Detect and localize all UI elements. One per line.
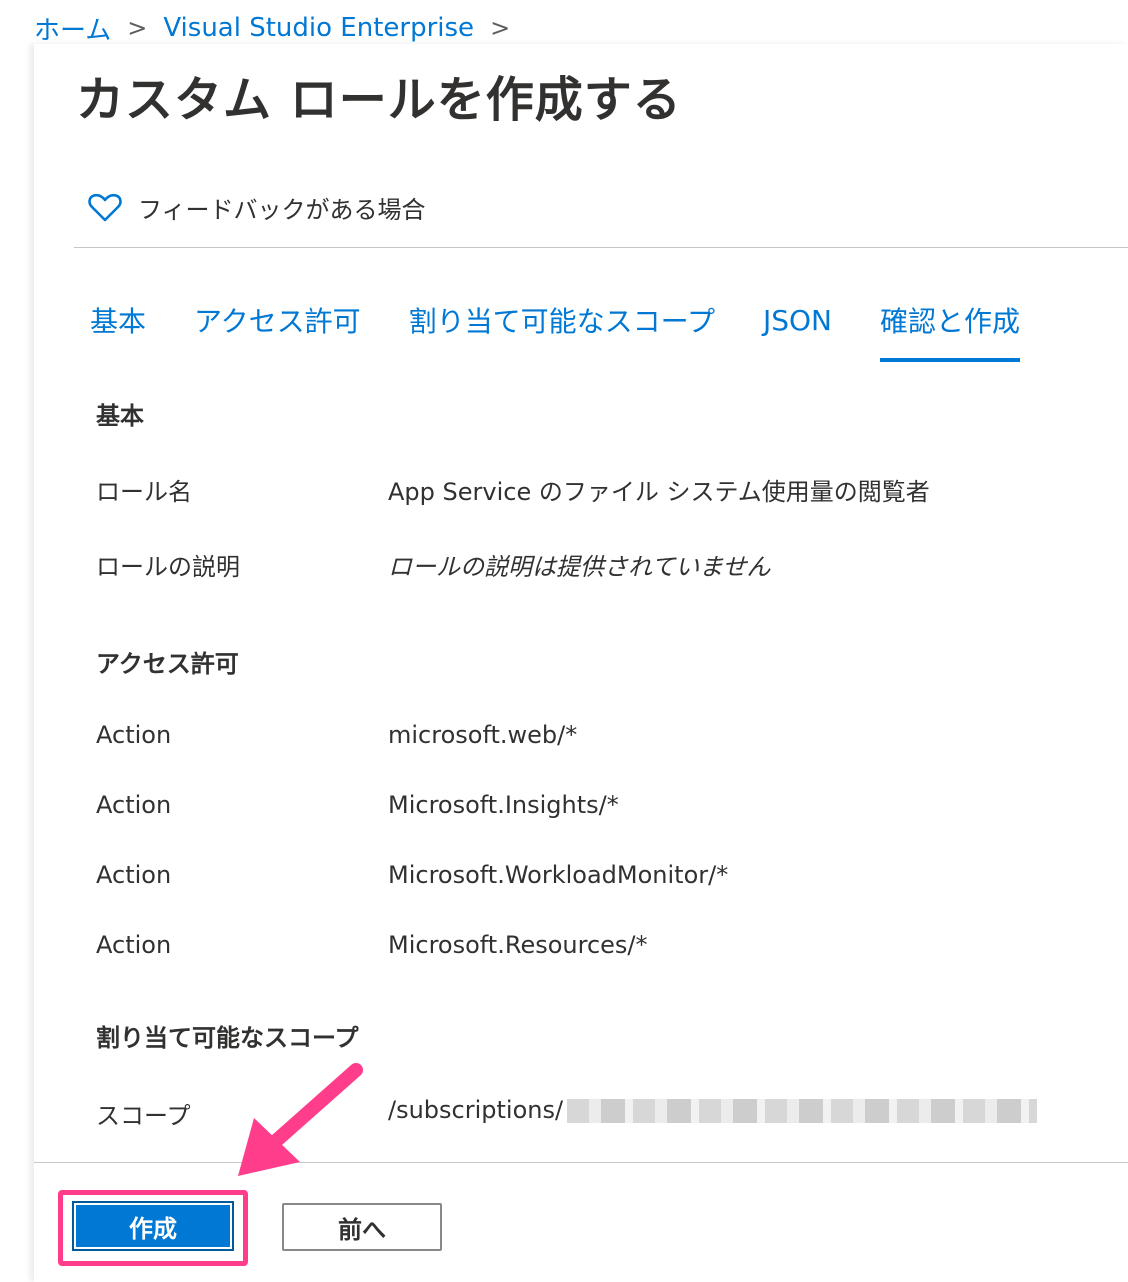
tab-review-create[interactable]: 確認と作成 [879,300,1021,362]
role-description-value: ロールの説明は提供されていません [388,553,771,581]
tab-permissions[interactable]: アクセス許可 [194,300,361,358]
tab-basics[interactable]: 基本 [90,300,146,358]
scope-label: スコープ [96,1102,191,1130]
permission-action-label: Action [96,861,172,889]
footer-divider [34,1162,1128,1163]
permission-action-value: Microsoft.WorkloadMonitor/* [388,861,729,889]
create-button[interactable]: 作成 [72,1201,234,1251]
role-name-label: ロール名 [96,478,192,506]
scope-value: /subscriptions/ [388,1096,1038,1124]
breadcrumb: ホーム > Visual Studio Enterprise > [0,0,1128,56]
tab-bar: 基本 アクセス許可 割り当て可能なスコープ JSON 確認と作成 [90,300,1068,362]
breadcrumb-subscription[interactable]: Visual Studio Enterprise [163,13,474,43]
role-name-value: App Service のファイル システム使用量の閲覧者 [388,478,930,506]
breadcrumb-home[interactable]: ホーム [34,10,111,47]
tab-assignable-scopes[interactable]: 割り当て可能なスコープ [409,300,715,358]
redacted-subscription-id [567,1099,1038,1123]
permission-action-value: microsoft.web/* [388,721,578,749]
previous-button[interactable]: 前へ [282,1203,442,1251]
chevron-right-icon: > [127,14,148,42]
role-description-label: ロールの説明 [96,553,240,581]
header-divider [74,247,1128,248]
section-title-basics: 基本 [96,402,144,430]
heart-icon [88,193,122,221]
page-title: カスタム ロールを作成する [76,72,682,128]
permission-action-label: Action [96,791,172,819]
section-title-scopes: 割り当て可能なスコープ [96,1024,359,1052]
permission-action-label: Action [96,721,172,749]
scope-path: /subscriptions/ [388,1096,564,1124]
permission-action-label: Action [96,931,172,959]
tab-json[interactable]: JSON [763,304,832,355]
feedback-link[interactable]: フィードバックがある場合 [88,190,426,225]
permission-action-value: Microsoft.Resources/* [388,931,648,959]
feedback-label: フィードバックがある場合 [138,196,426,224]
chevron-right-icon: > [490,14,511,42]
section-title-permissions: アクセス許可 [96,650,239,678]
permission-action-value: Microsoft.Insights/* [388,791,619,819]
